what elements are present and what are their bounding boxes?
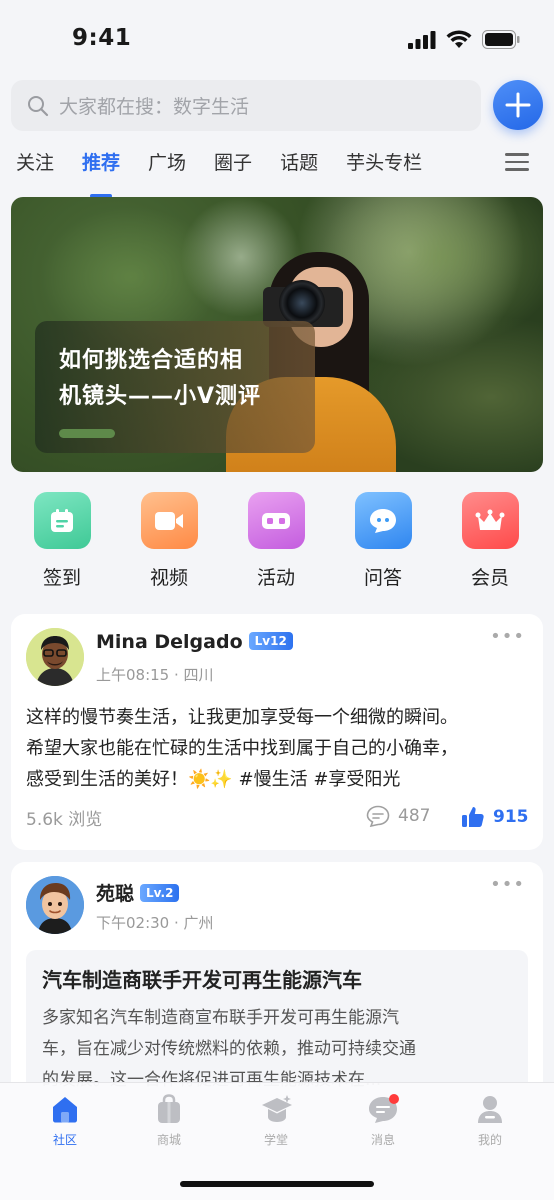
post-text-line: 感受到生活的美好！☀️✨ #慢生活 #享受阳光: [26, 769, 401, 790]
tab-column[interactable]: 芋头专栏: [346, 148, 422, 188]
nav-profile[interactable]: 我的: [450, 1093, 530, 1148]
level-badge: Lv12: [248, 632, 293, 650]
quick-events-label: 活动: [256, 567, 295, 589]
menu-icon[interactable]: [505, 153, 529, 173]
battery-icon: [482, 30, 520, 49]
featured-banner[interactable]: 如何挑选合适的相 机镜头——小V测评: [11, 197, 543, 472]
like-count: 915: [493, 807, 529, 827]
video-icon: [140, 492, 198, 549]
profile-icon: [474, 1093, 506, 1125]
more-options-icon[interactable]: •••: [490, 874, 525, 895]
quick-video[interactable]: 视频: [129, 492, 209, 590]
plus-icon: [505, 92, 531, 118]
calendar-icon: [33, 492, 91, 549]
quick-membership[interactable]: 会员: [450, 492, 530, 590]
tab-recommend[interactable]: 推荐: [82, 148, 120, 198]
post-author[interactable]: Mina Delgado Lv12: [96, 631, 293, 653]
tab-circles[interactable]: 圈子: [214, 148, 252, 188]
nav-shop-label: 商城: [156, 1133, 181, 1147]
add-post-button[interactable]: [493, 80, 543, 130]
post-text-line: 这样的慢节奏生活，让我更加享受每一个细微的瞬间。: [26, 707, 458, 728]
search-icon: [28, 95, 49, 116]
post-text-line: 希望大家也能在忙碌的生活中找到属于自己的小确幸，: [26, 738, 458, 759]
status-icons: [408, 30, 520, 49]
nav-shop[interactable]: 商城: [129, 1093, 209, 1148]
banner-photo-lens: [279, 280, 325, 326]
post-card[interactable]: 苑聪 Lv.2 下午02:30 · 广州 ••• 汽车制造商联手开发可再生能源汽车…: [11, 862, 543, 1110]
avatar[interactable]: [26, 628, 84, 686]
message-icon: [367, 1093, 399, 1125]
quick-membership-label: 会员: [470, 567, 509, 589]
shopping-bag-icon: [153, 1093, 185, 1125]
quick-qa[interactable]: 问答: [343, 492, 423, 590]
view-count: 5.6k 浏览: [26, 810, 103, 830]
banner-title-line2: 机镜头——小V测评: [59, 384, 262, 409]
search-placeholder: 大家都在搜：数字生活: [59, 96, 250, 118]
category-tabs: 关注 推荐 广场 圈子 话题 芋头专栏: [16, 148, 450, 198]
post-meta: 下午02:30 · 广州: [96, 914, 214, 932]
chat-icon: [354, 492, 412, 549]
signal-icon: [408, 30, 436, 49]
nav-community[interactable]: 社区: [25, 1093, 105, 1148]
more-options-icon[interactable]: •••: [490, 626, 525, 647]
post-card[interactable]: Mina Delgado Lv12 上午08:15 · 四川 ••• 这样的慢节奏…: [11, 614, 543, 850]
post-text: 这样的慢节奏生活，让我更加享受每一个细微的瞬间。 希望大家也能在忙碌的生活中找到…: [26, 702, 531, 795]
banner-indicator: [59, 429, 115, 438]
vr-icon: [247, 492, 305, 549]
shared-article-title: 汽车制造商联手开发可再生能源汽车: [42, 968, 362, 992]
comment-icon: [366, 805, 390, 827]
quick-events[interactable]: 活动: [236, 492, 316, 590]
quick-video-label: 视频: [149, 567, 188, 589]
status-bar: 9:41: [0, 0, 554, 72]
post-meta: 上午08:15 · 四川: [96, 666, 214, 684]
post-author-name[interactable]: Mina Delgado: [96, 631, 243, 653]
tab-follow[interactable]: 关注: [16, 148, 54, 188]
nav-messages-label: 消息: [370, 1133, 395, 1147]
nav-profile-label: 我的: [477, 1133, 502, 1147]
post-author[interactable]: 苑聪 Lv.2: [96, 879, 180, 906]
nav-academy-label: 学堂: [263, 1133, 288, 1147]
banner-title-line1: 如何挑选合适的相: [59, 348, 244, 373]
tab-topics[interactable]: 话题: [280, 148, 318, 188]
graduation-cap-icon: [260, 1093, 292, 1125]
quick-checkin-label: 签到: [42, 567, 81, 589]
avatar[interactable]: [26, 876, 84, 934]
shared-article-line: 车，旨在减少对传统燃料的依赖，推动可持续交通: [42, 1039, 416, 1059]
wifi-icon: [446, 30, 472, 48]
quick-checkin[interactable]: 签到: [22, 492, 102, 590]
status-time: 9:41: [72, 25, 132, 51]
post-stats: 5.6k 浏览 487 915: [26, 802, 531, 832]
nav-messages[interactable]: 消息: [343, 1093, 423, 1148]
home-indicator: [180, 1181, 374, 1187]
quick-qa-label: 问答: [363, 567, 402, 589]
level-badge: Lv.2: [140, 884, 180, 902]
comment-count: 487: [398, 806, 431, 826]
quick-actions: 签到 视频 活动 问答 会员: [0, 492, 554, 592]
search-input[interactable]: 大家都在搜：数字生活: [11, 80, 481, 131]
tab-square[interactable]: 广场: [148, 148, 186, 188]
crown-icon: [461, 492, 519, 549]
nav-academy[interactable]: 学堂: [236, 1093, 316, 1148]
shared-article-line: 多家知名汽车制造商宣布联手开发可再生能源汽: [42, 1008, 399, 1028]
home-icon: [49, 1093, 81, 1125]
banner-caption: 如何挑选合适的相 机镜头——小V测评: [35, 321, 315, 453]
post-author-name[interactable]: 苑聪: [96, 883, 134, 905]
like-button[interactable]: 915: [461, 805, 529, 829]
comment-button[interactable]: 487: [366, 805, 430, 827]
thumbs-up-icon: [462, 807, 484, 827]
nav-community-label: 社区: [52, 1133, 77, 1147]
